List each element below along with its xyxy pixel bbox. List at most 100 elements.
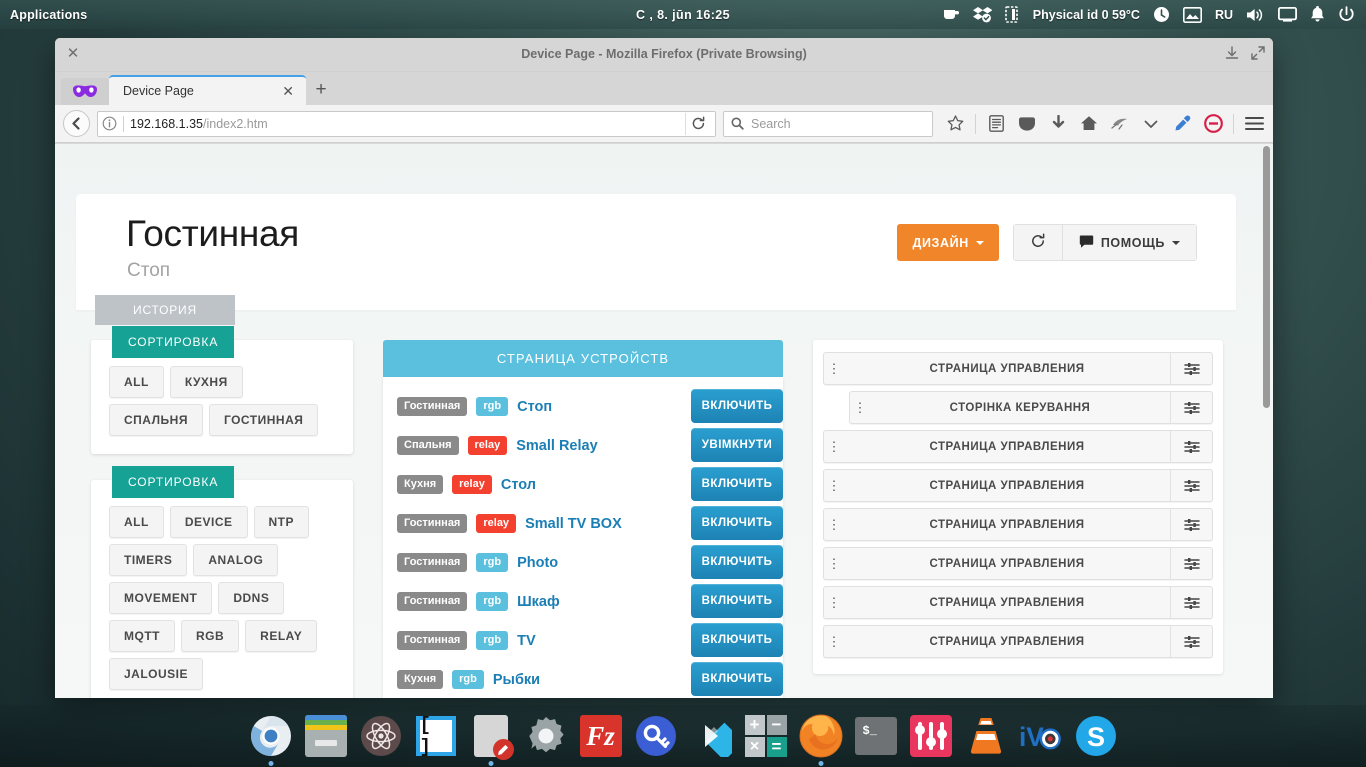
sort-chip[interactable]: ALL <box>109 366 164 398</box>
device-name[interactable]: Стол <box>501 477 536 493</box>
control-page-item[interactable]: ⋮ СТРАНИЦА УПРАВЛЕНИЯ <box>823 625 1213 658</box>
dock-filezilla-icon[interactable]: Fz <box>578 714 623 759</box>
reload-icon[interactable] <box>685 112 711 135</box>
sort-chip[interactable]: ALL <box>109 506 164 538</box>
dock-vlc-icon[interactable] <box>963 714 1008 759</box>
dock-brackets-icon[interactable]: [ ] <box>413 714 458 759</box>
design-button[interactable]: ДИЗАЙН <box>897 224 999 261</box>
pocket-icon[interactable] <box>1016 112 1038 136</box>
dock-skype-icon[interactable]: S <box>1073 714 1118 759</box>
dock-ivideon-icon[interactable]: iV <box>1018 714 1063 759</box>
kebab-menu-icon[interactable]: ⋮ <box>824 635 844 648</box>
control-page-label: СТРАНИЦА УПРАВЛЕНИЯ <box>929 557 1085 570</box>
sort-chip[interactable]: NTP <box>253 506 310 538</box>
eyedropper-icon[interactable] <box>1171 112 1193 136</box>
desktop-top-panel: Applications С , 8. jūn 16:25 Physical i… <box>0 0 1366 29</box>
dock-files-icon[interactable] <box>303 714 348 759</box>
sort-chip[interactable]: RELAY <box>245 620 318 652</box>
back-button[interactable] <box>63 110 90 137</box>
sliders-icon[interactable] <box>1170 587 1212 618</box>
kebab-menu-icon[interactable]: ⋮ <box>850 401 870 414</box>
kebab-menu-icon[interactable]: ⋮ <box>824 596 844 609</box>
browser-tab[interactable]: Device Page ✕ <box>109 75 306 105</box>
device-name[interactable]: Рыбки <box>493 672 540 688</box>
device-name[interactable]: Small TV BOX <box>525 516 622 532</box>
help-button[interactable]: ПОМОЩЬ <box>1061 225 1196 260</box>
sort-chip[interactable]: ANALOG <box>193 544 279 576</box>
device-name[interactable]: Photo <box>517 555 558 571</box>
control-page-item[interactable]: ⋮ СТОРІНКА КЕРУВАННЯ <box>849 391 1213 424</box>
window-maximize-icon[interactable] <box>1251 46 1265 65</box>
kebab-menu-icon[interactable]: ⋮ <box>824 440 844 453</box>
refresh-button[interactable] <box>1013 225 1062 260</box>
sliders-icon[interactable] <box>1170 470 1212 501</box>
adblock-icon[interactable] <box>1202 112 1224 136</box>
sliders-icon[interactable] <box>1170 353 1212 384</box>
control-page-item[interactable]: ⋮ СТРАНИЦА УПРАВЛЕНИЯ <box>823 430 1213 463</box>
clock[interactable]: С , 8. jūn 16:25 <box>0 8 1366 22</box>
window-downloads-icon[interactable] <box>1225 46 1239 65</box>
sort-chip[interactable]: DDNS <box>218 582 285 614</box>
dock-atom-icon[interactable] <box>358 714 403 759</box>
site-info-icon[interactable] <box>102 116 117 131</box>
device-name[interactable]: Small Relay <box>516 438 597 454</box>
sort-chip[interactable]: КУХНЯ <box>169 366 243 398</box>
sort-chip[interactable]: ГОСТИННАЯ <box>208 404 319 436</box>
sort-chip[interactable]: RGB <box>181 620 240 652</box>
kebab-menu-icon[interactable]: ⋮ <box>824 362 844 375</box>
chevron-down-icon[interactable] <box>1140 112 1162 136</box>
search-bar[interactable]: Search <box>723 110 933 137</box>
url-path: /index2.htm <box>203 116 268 131</box>
kebab-menu-icon[interactable]: ⋮ <box>824 518 844 531</box>
sort-chip[interactable]: DEVICE <box>169 506 248 538</box>
device-toggle-button[interactable]: ВКЛЮЧИТЬ <box>691 506 783 540</box>
kebab-menu-icon[interactable]: ⋮ <box>824 479 844 492</box>
reader-list-icon[interactable] <box>985 112 1007 136</box>
sort-chip[interactable]: СПАЛЬНЯ <box>109 404 203 436</box>
dock-chromium-icon[interactable] <box>248 714 293 759</box>
downloads-arrow-icon[interactable] <box>1047 112 1069 136</box>
hamburger-menu-icon[interactable] <box>1243 112 1265 136</box>
device-name[interactable]: Шкаф <box>517 594 560 610</box>
dock-text-editor-icon[interactable] <box>468 714 514 760</box>
dock-firefox-icon[interactable] <box>798 714 843 759</box>
dock-calculator-icon[interactable]: + − × = <box>743 714 788 759</box>
sliders-icon[interactable] <box>1170 626 1212 657</box>
control-page-item[interactable]: ⋮ СТРАНИЦА УПРАВЛЕНИЯ <box>823 508 1213 541</box>
device-toggle-button[interactable]: ВКЛЮЧИТЬ <box>691 389 783 423</box>
extension-icon[interactable] <box>1109 112 1131 136</box>
sliders-icon[interactable] <box>1170 548 1212 579</box>
bookmark-star-icon[interactable] <box>944 112 966 136</box>
dock-kodi-icon[interactable] <box>688 714 733 759</box>
control-page-item[interactable]: ⋮ СТРАНИЦА УПРАВЛЕНИЯ <box>823 352 1213 385</box>
device-toggle-button[interactable]: ВКЛЮЧИТЬ <box>691 584 783 618</box>
sliders-icon[interactable] <box>1170 509 1212 540</box>
home-icon[interactable] <box>1078 112 1100 136</box>
device-name[interactable]: TV <box>517 633 536 649</box>
sort-chip[interactable]: TIMERS <box>109 544 188 576</box>
device-toggle-button[interactable]: ВКЛЮЧИТЬ <box>691 623 783 657</box>
sliders-icon[interactable] <box>1170 392 1212 423</box>
sort-chip[interactable]: JALOUSIE <box>109 658 204 690</box>
device-name[interactable]: Стоп <box>517 399 552 415</box>
kebab-menu-icon[interactable]: ⋮ <box>824 557 844 570</box>
url-bar[interactable]: 192.168.1.35/index2.htm <box>97 110 716 137</box>
vertical-scrollbar[interactable] <box>1263 146 1270 408</box>
dock-keepass-icon[interactable] <box>633 714 678 759</box>
control-page-item[interactable]: ⋮ СТРАНИЦА УПРАВЛЕНИЯ <box>823 586 1213 619</box>
history-tab[interactable]: ИСТОРИЯ <box>95 295 235 325</box>
control-page-item[interactable]: ⋮ СТРАНИЦА УПРАВЛЕНИЯ <box>823 469 1213 502</box>
control-page-item[interactable]: ⋮ СТРАНИЦА УПРАВЛЕНИЯ <box>823 547 1213 580</box>
device-toggle-button[interactable]: ВКЛЮЧИТЬ <box>691 545 783 579</box>
device-toggle-button[interactable]: ВКЛЮЧИТЬ <box>691 467 783 501</box>
sort-chip[interactable]: MOVEMENT <box>109 582 213 614</box>
tab-close-icon[interactable]: ✕ <box>278 83 298 100</box>
dock-audio-mixer-icon[interactable] <box>908 714 953 759</box>
new-tab-button[interactable]: + <box>306 75 336 105</box>
dock-settings-gear-icon[interactable] <box>523 714 568 759</box>
device-toggle-button[interactable]: ВКЛЮЧИТЬ <box>691 662 783 696</box>
dock-terminal-icon[interactable]: $_ <box>853 714 898 759</box>
device-toggle-button[interactable]: УВIМКНУТИ <box>691 428 783 462</box>
sliders-icon[interactable] <box>1170 431 1212 462</box>
sort-chip[interactable]: MQTT <box>109 620 175 652</box>
